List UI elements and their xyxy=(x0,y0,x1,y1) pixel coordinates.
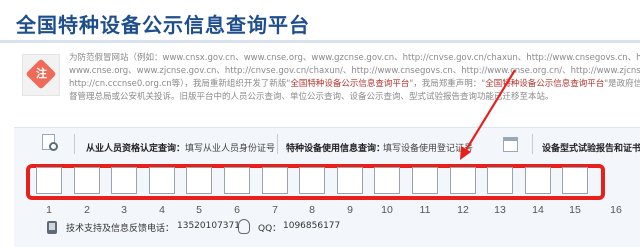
code-digit-number: 3 xyxy=(121,204,127,216)
notice-text: 为防范假冒网站（例如：www.cnsx.gov.cn、www.cnse.org、… xyxy=(69,52,640,104)
header-divider xyxy=(0,40,640,43)
code-digit-input[interactable] xyxy=(186,167,212,194)
code-digit-number: 4 xyxy=(159,204,165,216)
code-digit-number: 15 xyxy=(569,204,581,216)
notice-line: http://cn.cccnse0.org.cn等），我局重新组织开发了新版"全… xyxy=(69,79,640,89)
phone-icon xyxy=(47,221,57,234)
qq-icon xyxy=(238,219,250,234)
equipment-query-label[interactable]: 特种设备使用信息查询： xyxy=(286,141,385,154)
notice-line: 为防范假冒网站（例如：www.cnsx.gov.cn、www.cnse.org、… xyxy=(69,53,640,63)
notice-line: www.cnse.org、www.zjcnse.gov.cn、http://cn… xyxy=(69,66,640,76)
code-digit-number: 1 xyxy=(46,204,52,216)
query-options: 从业人员资格认定查询： 填写从业人员身份证号 特种设备使用信息查询： 填写设备使… xyxy=(14,132,640,154)
divider xyxy=(74,134,75,154)
code-digit-number: 5 xyxy=(196,204,202,216)
code-digit-number: 13 xyxy=(494,204,506,216)
search-document-icon xyxy=(40,134,60,156)
code-digit-input[interactable] xyxy=(299,167,325,194)
qq-label: QQ： xyxy=(258,224,282,234)
code-digit-input[interactable] xyxy=(412,167,438,194)
personnel-query-label[interactable]: 从业人员资格认定查询： xyxy=(86,141,185,154)
code-digit-input[interactable] xyxy=(374,167,400,194)
code-digit-input[interactable] xyxy=(74,167,100,194)
code-digit-input[interactable] xyxy=(36,167,62,194)
footer: 技术支持及信息反馈电话： 13520107371 QQ： 1096856177 xyxy=(0,218,640,247)
divider xyxy=(277,134,278,154)
support-phone: 13520107371 xyxy=(177,221,240,231)
code-digit-input[interactable] xyxy=(450,167,476,194)
notice-panel: 注 为防范假冒网站（例如：www.cnsx.gov.cn、www.cnse.or… xyxy=(14,48,640,122)
code-digit-number: 10 xyxy=(381,204,393,216)
code-digit-number: 16 xyxy=(610,204,622,216)
code-digit-input[interactable] xyxy=(337,167,363,194)
code-digit-input[interactable] xyxy=(487,167,513,194)
notice-badge-label: 注 xyxy=(36,67,47,80)
header: 全国特种设备公示信息查询平台 xyxy=(0,0,640,43)
code-digit-input[interactable] xyxy=(149,167,175,194)
code-digit-number: 2 xyxy=(84,204,90,216)
support-label: 技术支持及信息反馈电话： xyxy=(66,224,175,234)
code-digit-input[interactable] xyxy=(224,167,250,194)
notice-line: 督管理总局或公安机关投诉。旧版平台中的人员公示查询、单位公示查询、设备公示查询、… xyxy=(69,92,554,102)
code-digit-number: 14 xyxy=(532,204,544,216)
notice-icon: 注 xyxy=(22,54,60,96)
code-digit-number: 6 xyxy=(234,204,240,216)
page-title: 全国特种设备公示信息查询平台 xyxy=(16,13,310,37)
type-test-query-label[interactable]: 设备型式试验报告和证书查询： xyxy=(542,141,640,154)
code-digit-input[interactable] xyxy=(262,167,288,194)
code-digit-input[interactable] xyxy=(525,167,551,194)
code-digit-number: 12 xyxy=(457,204,469,216)
code-digit-number: 9 xyxy=(347,204,353,216)
code-digit-input[interactable] xyxy=(111,167,137,194)
divider xyxy=(532,134,533,154)
equipment-query-hint: 填写设备使用登记证号 xyxy=(383,144,474,154)
code-digit-number: 11 xyxy=(419,204,431,216)
code-digit-number: 7 xyxy=(272,204,278,216)
code-digit-number: 8 xyxy=(309,204,315,216)
personnel-query-hint: 填写从业人员身份证号 xyxy=(185,144,276,154)
code-digit-input[interactable] xyxy=(562,167,588,194)
qq-number: 1096856177 xyxy=(283,221,341,231)
report-icon xyxy=(501,134,521,156)
